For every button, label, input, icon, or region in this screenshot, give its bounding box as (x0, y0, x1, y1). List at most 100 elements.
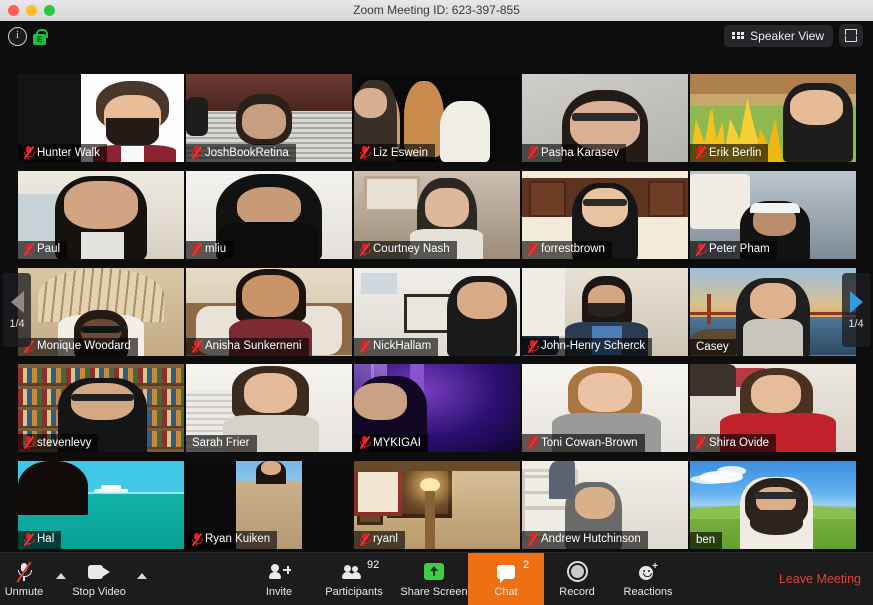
video-detail (751, 374, 802, 414)
participant-name: Courtney Nash (373, 243, 450, 256)
participant-tile[interactable]: Anisha Sunkerneni (186, 267, 352, 356)
video-detail (749, 202, 800, 214)
toolbar-share-screen-button[interactable]: Share Screen (398, 553, 470, 605)
participant-tile[interactable]: Monique Woodard (18, 267, 184, 356)
participant-tile[interactable]: Paul (18, 170, 184, 259)
participant-name-bar: Hal (18, 530, 62, 549)
toolbar-chat-button[interactable]: 2 Chat (484, 553, 529, 605)
participant-grid: Hunter Walk JoshBookRetina Liz Eswein Pasha… (17, 70, 857, 553)
participant-tile[interactable]: Andrew Hutchinson (522, 460, 688, 549)
participant-tile[interactable]: Shira Ovide (690, 364, 856, 453)
participant-tile[interactable]: Hunter Walk (18, 74, 184, 163)
toolbar-reactions-button[interactable]: + Reactions (616, 553, 680, 605)
participant-tile[interactable]: Erik Berlin (690, 74, 856, 163)
toolbar-participants-button[interactable]: 92 Participants (322, 553, 386, 605)
participant-name: Hunter Walk (37, 146, 100, 159)
microphone-muted-icon (191, 339, 203, 353)
participant-tile[interactable]: NickHallam (354, 267, 520, 356)
next-page-button[interactable]: 1/4 (842, 273, 870, 347)
video-detail (354, 88, 388, 119)
participant-tile[interactable]: Hal (18, 460, 184, 549)
video-detail (690, 174, 740, 229)
video-detail (648, 181, 686, 218)
video-detail (64, 181, 138, 229)
participant-tile[interactable]: JoshBookRetina (186, 74, 352, 163)
participant-name-bar: Shira Ovide (690, 434, 777, 453)
participant-tile[interactable]: ben (690, 460, 856, 549)
video-detail (105, 118, 160, 149)
video-detail (690, 474, 730, 485)
chat-bubble-icon: 2 (497, 559, 529, 583)
video-detail (403, 293, 453, 334)
zoom-meeting-window: Zoom Meeting ID: 623-397-855 i E Speaker… (0, 0, 873, 605)
participant-name: Peter Pham (709, 243, 770, 256)
window-title-bar: Zoom Meeting ID: 623-397-855 (0, 0, 873, 22)
participant-name: forrestbrown (541, 243, 605, 256)
microphone-muted-icon (527, 339, 539, 353)
participant-tile[interactable]: stevenlevy (18, 364, 184, 453)
toolbar-record-button[interactable]: Record (552, 553, 602, 605)
page-indicator-left: 1/4 (9, 317, 25, 330)
participant-name-bar: Ryan Kuiken (186, 530, 278, 549)
participant-tile[interactable]: Liz Eswein (354, 74, 520, 163)
participant-name-bar: ryanl (354, 530, 405, 549)
participant-name: Hal (37, 533, 55, 546)
video-detail (71, 394, 135, 402)
toolbar-record-label: Record (559, 585, 595, 598)
grid-icon (732, 31, 745, 40)
video-detail (789, 90, 843, 126)
toolbar-reactions-label: Reactions (623, 585, 673, 598)
leave-meeting-button[interactable]: Leave Meeting (779, 572, 861, 586)
previous-page-button[interactable]: 1/4 (3, 273, 31, 347)
video-detail (363, 176, 420, 213)
participant-tile[interactable]: Courtney Nash (354, 170, 520, 259)
toolbar-invite-button[interactable]: Invite (255, 553, 303, 605)
participant-name-bar: stevenlevy (18, 434, 99, 453)
microphone-muted-icon (527, 436, 539, 450)
page-indicator-right: 1/4 (848, 317, 864, 330)
toolbar-stop-video-options-caret[interactable] (137, 573, 147, 579)
view-controls: Speaker View (724, 24, 863, 47)
microphone-muted-icon (16, 560, 32, 583)
share-screen-icon (424, 561, 444, 583)
participant-name: NickHallam (373, 340, 432, 352)
participant-name-bar: Erik Berlin (690, 144, 769, 163)
speaker-view-button[interactable]: Speaker View (724, 24, 833, 47)
chevron-right-icon (849, 290, 863, 313)
participant-name-bar: NickHallam (354, 337, 439, 356)
participant-name-bar: John-Henry Scherck (522, 337, 653, 356)
participant-tile[interactable]: Pasha Karasev (522, 74, 688, 163)
toolbar-unmute-options-caret[interactable] (56, 573, 66, 579)
toolbar-unmute-button[interactable]: Unmute (2, 553, 46, 605)
video-detail (242, 104, 286, 140)
microphone-muted-icon (359, 242, 371, 256)
meeting-info-group: i E (8, 27, 48, 46)
lock-icon[interactable]: E (32, 28, 48, 45)
video-detail (186, 97, 208, 136)
microphone-muted-icon (23, 436, 35, 450)
participant-tile[interactable]: Toni Cowan-Brown (522, 364, 688, 453)
participant-tile[interactable]: Casey (690, 267, 856, 356)
toolbar-stop-video-button[interactable]: Stop Video (70, 553, 128, 605)
participant-tile[interactable]: mliu (186, 170, 352, 259)
participant-tile[interactable]: Sarah Frier (186, 364, 352, 453)
video-detail (244, 372, 298, 414)
video-detail (522, 506, 566, 510)
participant-tile[interactable]: Peter Pham (690, 170, 856, 259)
info-icon[interactable]: i (8, 27, 27, 46)
video-detail (440, 100, 491, 163)
participant-name: Anisha Sunkerneni (205, 340, 302, 352)
camera-icon (88, 561, 110, 583)
fullscreen-icon[interactable] (839, 24, 863, 47)
participant-name: mliu (205, 243, 227, 256)
video-detail (588, 302, 625, 317)
participant-tile[interactable]: John-Henry Scherck (522, 267, 688, 356)
microphone-muted-icon (23, 532, 35, 546)
participant-name: Andrew Hutchinson (541, 533, 641, 546)
participant-tile[interactable]: MYKIGAI (354, 364, 520, 453)
toolbar-participants-badge: 92 (367, 558, 380, 571)
participant-tile[interactable]: ryanl (354, 460, 520, 549)
participant-tile[interactable]: forrestbrown (522, 170, 688, 259)
participant-name-bar: Paul (18, 240, 68, 259)
participant-tile[interactable]: Ryan Kuiken (186, 460, 352, 549)
